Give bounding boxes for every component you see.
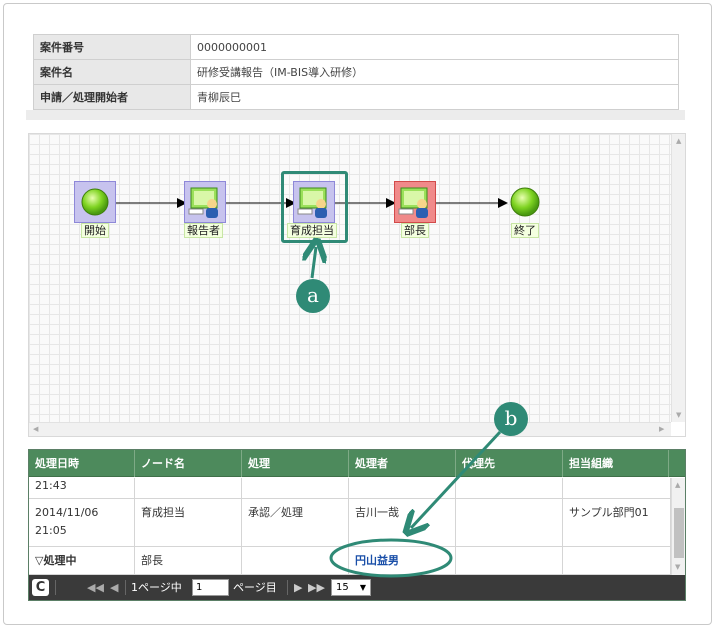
date-line: 2014/11/06 — [35, 506, 99, 519]
flow-canvas[interactable]: 開始 報告者 育成担当 部長 終了 ▲ ▼ ◀ ▶ — [28, 133, 686, 437]
page-suffix-label: ページ目 — [233, 581, 277, 594]
start-node-icon[interactable] — [74, 181, 116, 223]
callout-b-badge: b — [494, 402, 528, 436]
col-header-action[interactable]: 処理 — [242, 450, 349, 477]
table-cell: 承認／処理 — [242, 499, 349, 547]
scrollbar-corner — [671, 422, 685, 436]
table-cell: 21:43 — [29, 478, 135, 499]
info-key: 案件名 — [33, 59, 191, 85]
col-header-user[interactable]: 処理者 — [349, 450, 456, 477]
scroll-right-icon[interactable]: ▶ — [659, 426, 664, 433]
history-grid: 処理日時 ノード名 処理 処理者 代理先 担当組織 21:43 2014/11/… — [28, 449, 686, 601]
node-label-training: 育成担当 — [287, 223, 337, 238]
table-cell — [456, 547, 563, 575]
table-cell: 育成担当 — [135, 499, 242, 547]
node-label-reporter: 報告者 — [184, 223, 223, 238]
page-prefix-label: 1ページ中 — [131, 581, 182, 594]
col-header-node[interactable]: ノード名 — [135, 450, 242, 477]
table-cell — [456, 499, 563, 547]
col-header-spacer — [669, 450, 685, 477]
next-page-icon[interactable]: ▶ — [294, 575, 302, 600]
info-key: 案件番号 — [33, 34, 191, 60]
divider — [287, 580, 288, 595]
first-page-icon[interactable]: ◀◀ — [87, 575, 104, 600]
table-cell: 部長 — [135, 547, 242, 575]
date-time: 21:43 — [35, 479, 67, 492]
divider — [55, 580, 56, 595]
user-task-icon[interactable] — [293, 181, 335, 223]
scroll-down-icon[interactable]: ▼ — [675, 564, 680, 571]
chevron-down-icon: ▼ — [359, 583, 366, 592]
info-value: 0000000001 — [190, 34, 679, 60]
table-cell — [563, 478, 671, 499]
node-label-end: 終了 — [511, 223, 539, 238]
table-cell — [242, 547, 349, 575]
info-value: 研修受講報告（IM-BIS導入研修） — [190, 59, 679, 85]
table-cell — [563, 547, 671, 575]
canvas-vertical-scrollbar[interactable]: ▲ ▼ — [671, 134, 685, 424]
info-row: 申請／処理開始者 青柳辰巳 — [33, 84, 679, 110]
matter-info-table: 案件番号 0000000001 案件名 研修受講報告（IM-BIS導入研修） 申… — [33, 34, 679, 110]
table-cell: 2014/11/06 21:05 — [29, 499, 135, 547]
divider-band — [26, 110, 685, 120]
canvas-horizontal-scrollbar[interactable]: ◀ ▶ — [29, 422, 673, 436]
grid-scroll-thumb[interactable] — [674, 508, 684, 558]
table-cell: 吉川一哉 — [349, 499, 456, 547]
divider — [125, 580, 126, 595]
user-task-icon[interactable] — [184, 181, 226, 223]
table-cell — [456, 478, 563, 499]
grid-header: 処理日時 ノード名 処理 処理者 代理先 担当組織 — [29, 450, 685, 477]
info-key: 申請／処理開始者 — [33, 84, 191, 110]
info-row: 案件番号 0000000001 — [33, 34, 679, 60]
refresh-button[interactable]: C — [32, 579, 49, 596]
node-label-start: 開始 — [81, 223, 109, 238]
col-header-date[interactable]: 処理日時 — [29, 450, 135, 477]
info-row: 案件名 研修受講報告（IM-BIS導入研修） — [33, 59, 679, 85]
grid-scrollbar[interactable]: ▲ ▼ — [671, 478, 685, 575]
col-header-org[interactable]: 担当組織 — [563, 450, 669, 477]
scroll-up-icon[interactable]: ▲ — [676, 138, 681, 145]
node-label-manager: 部長 — [401, 223, 429, 238]
per-page-value: 15 — [336, 582, 349, 593]
scroll-up-icon[interactable]: ▲ — [675, 482, 680, 489]
table-cell: サンプル部門01 — [563, 499, 671, 547]
flow-diagram — [116, 198, 508, 208]
current-user-link[interactable]: 円山益男 — [355, 554, 399, 567]
page-number-input[interactable]: 1 — [192, 579, 229, 596]
scroll-left-icon[interactable]: ◀ — [33, 426, 38, 433]
pager-bar: C ◀◀ ◀ 1ページ中 1 ページ目 ▶ ▶▶ 15 ▼ — [29, 575, 685, 600]
table-cell: 円山益男 — [349, 547, 456, 575]
info-value: 青柳辰巳 — [190, 84, 679, 110]
callout-a-badge: a — [296, 279, 330, 313]
end-node-icon[interactable] — [507, 184, 543, 220]
grid-body: 21:43 2014/11/06 21:05 育成担当 承認／処理 吉川一哉 サン… — [29, 478, 671, 575]
user-task-icon[interactable] — [394, 181, 436, 223]
col-header-proxy[interactable]: 代理先 — [456, 450, 563, 477]
table-cell — [349, 478, 456, 499]
table-cell — [242, 478, 349, 499]
last-page-icon[interactable]: ▶▶ — [308, 575, 325, 600]
table-cell: ▽処理中 — [29, 547, 135, 575]
prev-page-icon[interactable]: ◀ — [110, 575, 118, 600]
table-cell — [135, 478, 242, 499]
time-line: 21:05 — [35, 524, 67, 537]
scroll-down-icon[interactable]: ▼ — [676, 412, 681, 419]
per-page-select[interactable]: 15 ▼ — [331, 579, 371, 596]
